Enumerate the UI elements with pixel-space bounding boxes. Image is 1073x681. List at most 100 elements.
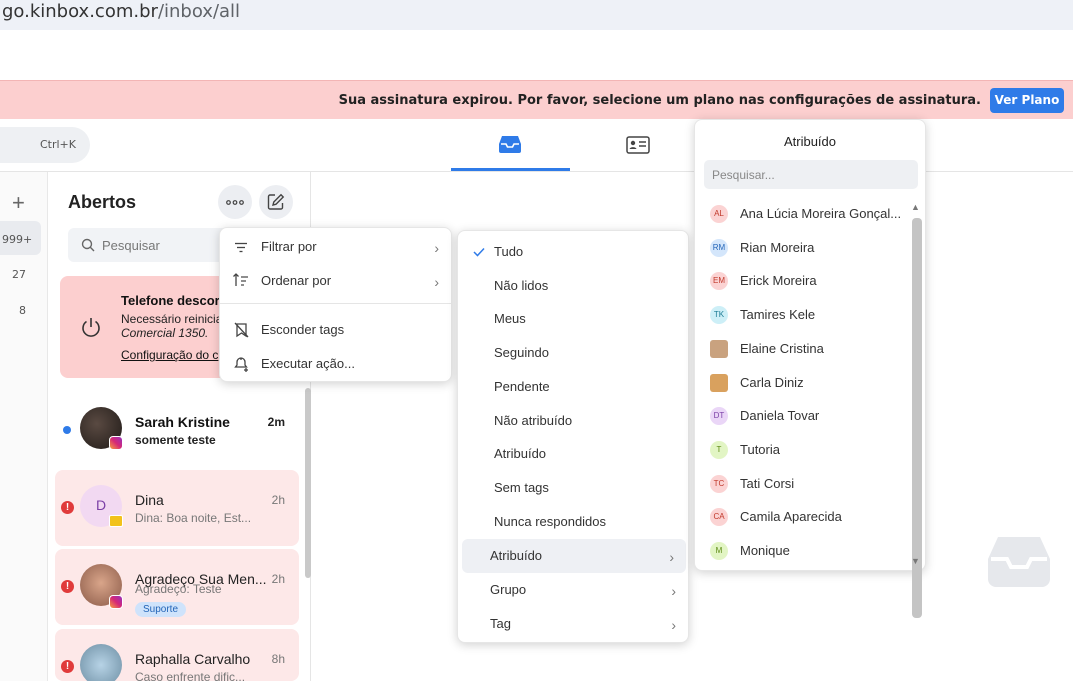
filter-item-assigned-to[interactable]: Atribuído ›	[462, 539, 686, 573]
error-icon: !	[61, 660, 74, 673]
avatar-initials: TK	[710, 306, 728, 325]
assignee-item[interactable]: M Monique	[709, 540, 909, 562]
menu-item-hide-tags[interactable]: Esconder tags	[220, 313, 451, 347]
filter-label: Atribuído	[490, 548, 543, 563]
filter-item-tag[interactable]: Tag ›	[458, 607, 688, 641]
tag-off-icon	[234, 322, 249, 338]
assignee-item[interactable]: Carla Diniz	[709, 372, 909, 394]
browser-url-bar[interactable]: go.kinbox.com.br/inbox/all	[0, 0, 1073, 30]
compose-button[interactable]	[259, 185, 293, 219]
global-search-bar[interactable]: Ctrl+K	[0, 127, 90, 163]
filter-label: Grupo	[490, 582, 527, 597]
menu-item-sort[interactable]: Ordenar por ›	[220, 264, 451, 298]
assignee-item[interactable]: Elaine Cristina	[709, 338, 909, 360]
filter-item-mine[interactable]: Meus	[458, 302, 688, 336]
add-icon[interactable]: +	[12, 190, 25, 216]
inbox-icon	[499, 136, 521, 153]
menu-item-filter[interactable]: Filtrar por ›	[220, 230, 451, 264]
scroll-down-icon[interactable]: ▼	[911, 556, 920, 566]
avatar-initials: TC	[710, 474, 728, 493]
avatar-initials: CA	[710, 508, 728, 527]
error-icon: !	[61, 501, 74, 514]
conversation-item[interactable]: Sarah Kristine somente teste 2m	[55, 392, 299, 468]
filter-label: Seguindo	[494, 345, 549, 360]
chevron-right-icon: ›	[434, 240, 439, 256]
assignee-item[interactable]: CA Camila Aparecida	[709, 506, 909, 528]
url-domain: go.kinbox.com.br	[2, 1, 158, 22]
error-icon: !	[61, 580, 74, 593]
options-menu: Filtrar por › Ordenar por › Esconder tag…	[219, 227, 452, 382]
more-options-button[interactable]	[218, 185, 252, 219]
assignee-panel: Atribuído Pesquisar... ▲ ▼ AL Ana Lúcia M…	[694, 119, 926, 618]
search-icon	[81, 238, 95, 252]
assignee-item[interactable]: EM Erick Moreira	[709, 270, 909, 292]
list-scrollbar[interactable]	[305, 388, 311, 578]
email-icon	[109, 515, 123, 527]
assignee-item[interactable]: TK Tamires Kele	[709, 304, 909, 326]
avatar	[710, 373, 728, 392]
conversation-item[interactable]: ! Raphalla Carvalho Caso enfrente dific.…	[55, 629, 299, 681]
conversation-time: 2h	[271, 493, 285, 507]
assignee-name: Daniela Tovar	[740, 408, 820, 424]
banner-message: Sua assinatura expirou. Por favor, selec…	[338, 93, 981, 108]
filter-item-unassigned[interactable]: Não atribuído	[458, 404, 688, 438]
compose-icon	[267, 193, 285, 210]
filter-item-following[interactable]: Seguindo	[458, 336, 688, 370]
rail-count-1: 999+	[2, 233, 33, 246]
assignee-name: Tutoria	[740, 441, 780, 457]
assignee-item[interactable]: TC Tati Corsi	[709, 473, 909, 495]
conversation-item[interactable]: ! D Dina Dina: Boa noite, Est... 2h	[55, 470, 299, 546]
subscription-banner: Sua assinatura expirou. Por favor, selec…	[0, 80, 1073, 119]
conversation-time: 8h	[271, 652, 285, 666]
url-path: /inbox/all	[157, 1, 241, 22]
alert-settings-link[interactable]: Configuração do c	[121, 348, 218, 362]
assignee-name: Ana Lúcia Moreira Gonçal...	[740, 206, 902, 221]
avatar-initial: D	[95, 497, 107, 513]
menu-item-run-action[interactable]: Executar ação...	[220, 347, 451, 381]
filter-item-no-tags[interactable]: Sem tags	[458, 471, 688, 505]
avatar-initials: AL	[710, 205, 728, 223]
conversation-name: Sarah Kristine	[135, 414, 230, 430]
assignee-item[interactable]: DT Daniela Tovar	[709, 405, 909, 427]
menu-divider	[220, 303, 451, 304]
rail-count-2: 27	[12, 268, 26, 281]
url-text[interactable]: go.kinbox.com.br/inbox/all	[2, 1, 240, 22]
assignee-item[interactable]: AL Ana Lúcia Moreira Gonçal...	[709, 203, 909, 225]
filter-item-assigned[interactable]: Atribuído	[458, 437, 688, 471]
conversation-preview: somente teste	[135, 433, 216, 447]
filter-item-all[interactable]: Tudo	[458, 235, 688, 269]
avatar-initials: DT	[710, 407, 728, 426]
scroll-up-icon[interactable]: ▲	[911, 202, 920, 212]
filter-item-group[interactable]: Grupo ›	[458, 573, 688, 607]
avatar-initials: M	[710, 542, 728, 560]
filter-item-pending[interactable]: Pendente	[458, 370, 688, 404]
conversation-preview: Caso enfrente dific...	[135, 670, 246, 681]
filter-label: Tag	[490, 616, 511, 631]
filter-item-never-replied[interactable]: Nunca respondidos	[458, 505, 688, 539]
view-plan-button[interactable]: Ver Plano	[990, 88, 1064, 113]
assignee-search-input[interactable]: Pesquisar...	[704, 160, 918, 189]
chevron-right-icon: ›	[671, 583, 676, 599]
avatar	[710, 339, 728, 358]
menu-item-label: Esconder tags	[261, 322, 345, 337]
conversation-name: Dina	[135, 492, 164, 508]
tab-inbox[interactable]	[451, 125, 570, 171]
assignee-name: Elaine Cristina	[740, 340, 824, 356]
menu-item-label: Ordenar por	[261, 273, 332, 288]
tab-contacts[interactable]	[578, 125, 697, 171]
assignee-name: Tamires Kele	[740, 307, 816, 323]
assignee-name: Erick Moreira	[740, 273, 817, 289]
avatar-initials: EM	[710, 272, 728, 291]
instagram-icon	[109, 595, 123, 609]
filter-item-unread[interactable]: Não lidos	[458, 269, 688, 303]
conversation-search-input[interactable]: Pesquisar	[68, 228, 228, 262]
unread-dot	[63, 426, 71, 434]
assignee-item[interactable]: RM Rian Moreira	[709, 237, 909, 259]
assignee-item[interactable]: T Tutoria	[709, 439, 909, 461]
avatar-initials: T	[710, 440, 728, 459]
conversation-item[interactable]: ! Agradeço Sua Men... Agradeço: Teste Su…	[55, 549, 299, 625]
chevron-right-icon: ›	[434, 274, 439, 290]
tag-badge: Suporte	[135, 602, 187, 617]
conversation-name: Raphalla Carvalho	[135, 651, 251, 667]
page-title: Abertos	[68, 192, 137, 212]
